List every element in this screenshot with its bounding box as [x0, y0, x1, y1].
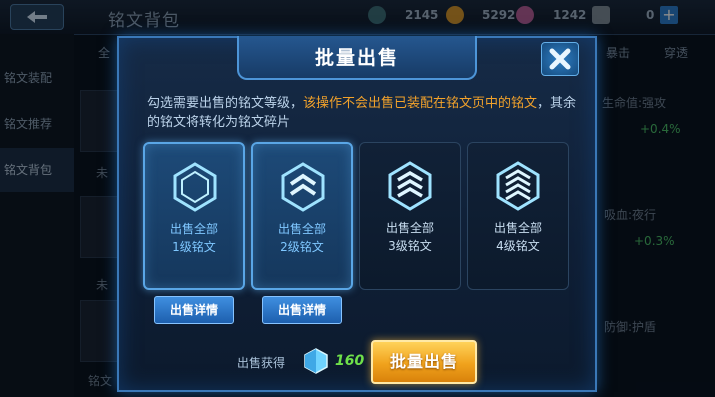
dialog-header: 批量出售: [237, 36, 477, 80]
rank-card-2[interactable]: 出售全部 2级铭文: [251, 142, 353, 290]
rank-3-icon: [388, 161, 432, 211]
rank-card-level: 1级铭文: [172, 240, 216, 254]
rank-card-level: 4级铭文: [496, 239, 540, 253]
gain-label: 出售获得: [237, 356, 286, 370]
close-icon: [549, 48, 571, 70]
description-warning: 该操作不会出售已装配在铭文页中的铭文: [303, 96, 538, 111]
rank-2-icon: [281, 162, 325, 212]
batch-sell-dialog: 批量出售 勾选需要出售的铭文等级，该操作不会出售已装配在铭文页中的铭文，其余的铭…: [117, 36, 597, 392]
rank-4-icon: [496, 161, 540, 211]
crystal-icon: [304, 348, 328, 374]
rank-card-1[interactable]: 出售全部 1级铭文: [143, 142, 245, 290]
rank-card-level: 3级铭文: [388, 239, 432, 253]
dialog-description: 勾选需要出售的铭文等级，该操作不会出售已装配在铭文页中的铭文，其余的铭文将转化为…: [147, 94, 577, 132]
sell-detail-button-2[interactable]: 出售详情: [262, 296, 342, 324]
rank-card-title: 出售全部: [493, 221, 542, 235]
sell-detail-button-1[interactable]: 出售详情: [154, 296, 234, 324]
close-button[interactable]: [541, 42, 579, 76]
rank-card-level: 2级铭文: [280, 240, 324, 254]
rank-1-icon: [173, 162, 217, 212]
rank-card-title: 出售全部: [277, 222, 326, 236]
description-text: 勾选需要出售的铭文等级，: [147, 96, 304, 111]
gain-value: 160: [335, 353, 365, 369]
dialog-title: 批量出售: [314, 47, 399, 69]
rank-card-4[interactable]: 出售全部 4级铭文: [467, 142, 569, 290]
rank-card-title: 出售全部: [385, 221, 434, 235]
rank-card-title: 出售全部: [169, 222, 218, 236]
rank-card-3[interactable]: 出售全部 3级铭文: [359, 142, 461, 290]
batch-sell-button[interactable]: 批量出售: [371, 340, 477, 384]
